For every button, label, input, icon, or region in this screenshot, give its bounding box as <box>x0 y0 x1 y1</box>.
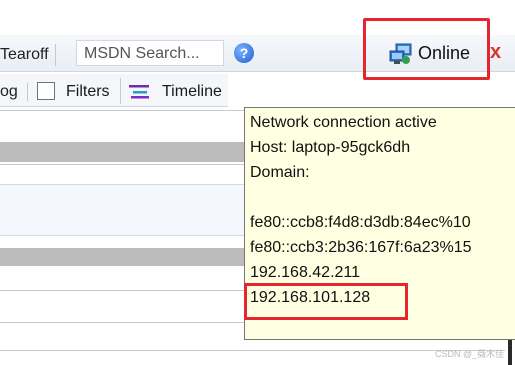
tooltip-domain-line: Domain: <box>250 164 310 181</box>
toolbar-separator <box>120 78 121 104</box>
pane-divider <box>0 110 248 111</box>
tooltip-ipv6-line: fe80::ccb3:2b36:167f:6a23%15 <box>250 239 472 256</box>
timeline-icon[interactable] <box>129 84 151 100</box>
filters-checkbox[interactable] <box>37 82 55 100</box>
pane-divider <box>0 350 505 351</box>
tooltip-ipv4-line: 192.168.42.211 <box>250 264 361 281</box>
pane-divider <box>0 164 248 165</box>
filters-label[interactable]: Filters <box>66 83 110 101</box>
pane-divider <box>0 290 248 291</box>
pane-divider <box>0 322 248 323</box>
timeline-button[interactable]: Timeline <box>162 83 222 101</box>
session-row[interactable] <box>0 184 248 236</box>
highlight-box-ip <box>244 283 408 320</box>
section-header-band <box>0 248 248 266</box>
scrollbar[interactable] <box>508 338 512 365</box>
tooltip-ipv6-line: fe80::ccb8:f4d8:d3db:84ec%10 <box>250 214 471 231</box>
msdn-search-input[interactable]: MSDN Search... <box>76 40 224 66</box>
section-header-band <box>0 142 248 162</box>
watermark: CSDN @_薇木佳 <box>435 349 505 359</box>
log-tab[interactable]: og <box>0 83 28 101</box>
tooltip-host-line: Host: laptop-95gck6dh <box>250 139 411 156</box>
tooltip-status-line: Network connection active <box>250 114 437 131</box>
close-icon[interactable]: x <box>490 42 501 62</box>
highlight-box-online <box>363 18 490 80</box>
help-icon[interactable]: ? <box>234 43 254 63</box>
tearoff-button[interactable]: Tearoff <box>0 44 56 66</box>
